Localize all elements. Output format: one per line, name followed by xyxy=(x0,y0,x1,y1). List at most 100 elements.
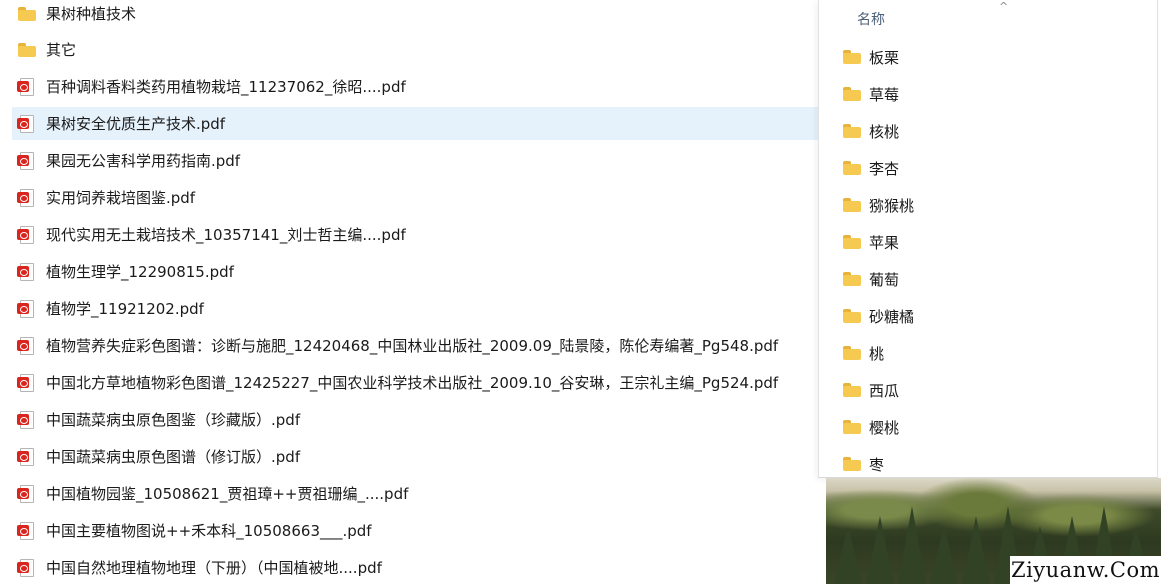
folder-icon xyxy=(843,50,861,64)
folder-item[interactable]: 果树种植技术 xyxy=(12,0,820,30)
panel-folder-label: 砂糖橘 xyxy=(869,307,915,326)
panel-folder-label: 葡萄 xyxy=(869,270,900,289)
pdf-icon-shape xyxy=(17,521,34,540)
tree-shape xyxy=(834,526,862,584)
panel-folder-label: 枣 xyxy=(869,455,885,474)
pdf-file-item[interactable]: 果树安全优质生产技术.pdf xyxy=(12,107,820,140)
file-name: 植物营养失症彩色图谱：诊断与施肥_12420468_中国林业出版社_2009.0… xyxy=(46,337,779,355)
pdf-icon xyxy=(17,299,38,318)
tree-shape xyxy=(898,506,926,584)
panel-folder-item[interactable]: 葡萄 xyxy=(843,264,899,294)
pdf-file-item[interactable]: 现代实用无土栽培技术_10357141_刘士哲主编....pdf xyxy=(12,218,820,251)
file-name: 实用饲养栽培图鉴.pdf xyxy=(46,189,196,207)
file-name: 百种调料香料类药用植物栽培_11237062_徐昭....pdf xyxy=(46,78,406,96)
panel-folder-item[interactable]: 樱桃 xyxy=(843,412,899,442)
panel-folder-label: 李杏 xyxy=(869,159,900,178)
pdf-file-item[interactable]: 中国蔬菜病虫原色图谱（修订版）.pdf xyxy=(12,440,820,473)
panel-folder-label: 樱桃 xyxy=(869,418,900,437)
panel-folder-label: 苹果 xyxy=(869,233,900,252)
pdf-file-item[interactable]: 中国植物园鉴_10508621_贾祖璋++贾祖珊编_....pdf xyxy=(12,477,820,510)
panel-folder-item[interactable]: 苹果 xyxy=(843,227,899,257)
pdf-icon-shape xyxy=(17,410,34,429)
panel-folder-item[interactable]: 砂糖橘 xyxy=(843,301,914,331)
pdf-icon xyxy=(17,373,38,392)
panel-folder-label: 西瓜 xyxy=(869,381,900,400)
file-name: 植物生理学_12290815.pdf xyxy=(46,263,234,281)
folder-icon xyxy=(18,41,38,59)
tree-shape xyxy=(866,516,894,584)
file-name: 中国主要植物图说++禾本科_10508663___.pdf xyxy=(46,522,372,540)
panel-folder-item[interactable]: 李杏 xyxy=(843,153,899,183)
pdf-file-item[interactable]: 实用饲养栽培图鉴.pdf xyxy=(12,181,820,214)
watermark: Ziyuanw.Com xyxy=(1010,556,1161,584)
file-name: 果园无公害科学用药指南.pdf xyxy=(46,152,241,170)
pdf-icon xyxy=(17,151,38,170)
pdf-file-item[interactable]: 百种调料香料类药用植物栽培_11237062_徐昭....pdf xyxy=(12,70,820,103)
pdf-icon xyxy=(17,484,38,503)
file-name: 果树安全优质生产技术.pdf xyxy=(46,115,226,133)
pdf-icon xyxy=(17,410,38,429)
pdf-file-item[interactable]: 中国主要植物图说++禾本科_10508663___.pdf xyxy=(12,514,820,547)
folder-icon xyxy=(843,346,861,360)
folder-icon xyxy=(18,5,38,23)
panel-folder-item[interactable]: 板栗 xyxy=(843,42,899,72)
file-name: 果树种植技术 xyxy=(46,5,137,23)
file-name: 中国自然地理植物地理（下册）（中国植被地....pdf xyxy=(46,559,382,577)
pdf-icon-shape xyxy=(17,77,34,96)
panel-folder-label: 桃 xyxy=(869,344,885,363)
pdf-icon xyxy=(17,188,38,207)
pdf-file-item[interactable]: 植物营养失症彩色图谱：诊断与施肥_12420468_中国林业出版社_2009.0… xyxy=(12,329,820,362)
file-name: 中国北方草地植物彩色图谱_12425227_中国农业科学技术出版社_2009.1… xyxy=(46,374,779,392)
pdf-file-item[interactable]: 中国蔬菜病虫原色图鉴（珍藏版）.pdf xyxy=(12,403,820,436)
pdf-icon-shape xyxy=(17,262,34,281)
tree-shape xyxy=(962,516,990,584)
panel-folder-label: 猕猴桃 xyxy=(869,196,915,215)
folder-icon xyxy=(843,198,861,212)
folder-icon xyxy=(843,235,861,249)
pdf-icon xyxy=(17,558,38,577)
pdf-file-item[interactable]: 中国北方草地植物彩色图谱_12425227_中国农业科学技术出版社_2009.1… xyxy=(12,366,820,399)
panel-folder-item[interactable]: 枣 xyxy=(843,449,884,479)
sort-ascending-icon: ^ xyxy=(999,0,1009,13)
panel-folder-label: 草莓 xyxy=(869,85,900,104)
file-name: 其它 xyxy=(46,41,77,59)
panel-folder-item[interactable]: 桃 xyxy=(843,338,884,368)
folder-icon xyxy=(843,124,861,138)
panel-folder-item[interactable]: 西瓜 xyxy=(843,375,899,405)
panel-folder-label: 核桃 xyxy=(869,122,900,141)
pdf-file-item[interactable]: 果园无公害科学用药指南.pdf xyxy=(12,144,820,177)
folder-item[interactable]: 其它 xyxy=(12,33,820,66)
pdf-file-item[interactable]: 中国自然地理植物地理（下册）（中国植被地....pdf xyxy=(12,551,820,584)
panel-folder-item[interactable]: 草莓 xyxy=(843,79,899,109)
name-column-header[interactable]: 名称 xyxy=(857,9,885,29)
folder-icon xyxy=(843,420,861,434)
pdf-icon-shape xyxy=(17,225,34,244)
folder-icon xyxy=(843,87,861,101)
pdf-icon-shape xyxy=(17,151,34,170)
folder-icon xyxy=(843,457,861,471)
pdf-icon xyxy=(17,447,38,466)
folder-icon-shape xyxy=(18,6,36,21)
file-name: 中国蔬菜病虫原色图谱（修订版）.pdf xyxy=(46,448,301,466)
pdf-icon xyxy=(17,336,38,355)
panel-folder-item[interactable]: 猕猴桃 xyxy=(843,190,914,220)
folder-icon xyxy=(843,383,861,397)
pdf-file-item[interactable]: 植物学_11921202.pdf xyxy=(12,292,820,325)
panel-folder-label: 板栗 xyxy=(869,48,900,67)
pdf-icon-shape xyxy=(17,484,34,503)
pdf-icon-shape xyxy=(17,299,34,318)
folder-icon-shape xyxy=(18,42,36,57)
pdf-icon xyxy=(17,114,38,133)
folder-panel: 名称 ^ 板栗草莓核桃李杏猕猴桃苹果葡萄砂糖橘桃西瓜樱桃枣 xyxy=(818,0,1158,478)
pdf-icon-shape xyxy=(17,373,34,392)
tree-shape xyxy=(930,526,958,584)
pdf-icon-shape xyxy=(17,447,34,466)
file-name: 植物学_11921202.pdf xyxy=(46,300,204,318)
folder-icon xyxy=(843,272,861,286)
panel-header[interactable]: 名称 ^ xyxy=(819,0,1157,36)
panel-folder-item[interactable]: 核桃 xyxy=(843,116,899,146)
pdf-icon-shape xyxy=(17,558,34,577)
pdf-icon-shape xyxy=(17,188,34,207)
pdf-icon xyxy=(17,77,38,96)
pdf-file-item[interactable]: 植物生理学_12290815.pdf xyxy=(12,255,820,288)
